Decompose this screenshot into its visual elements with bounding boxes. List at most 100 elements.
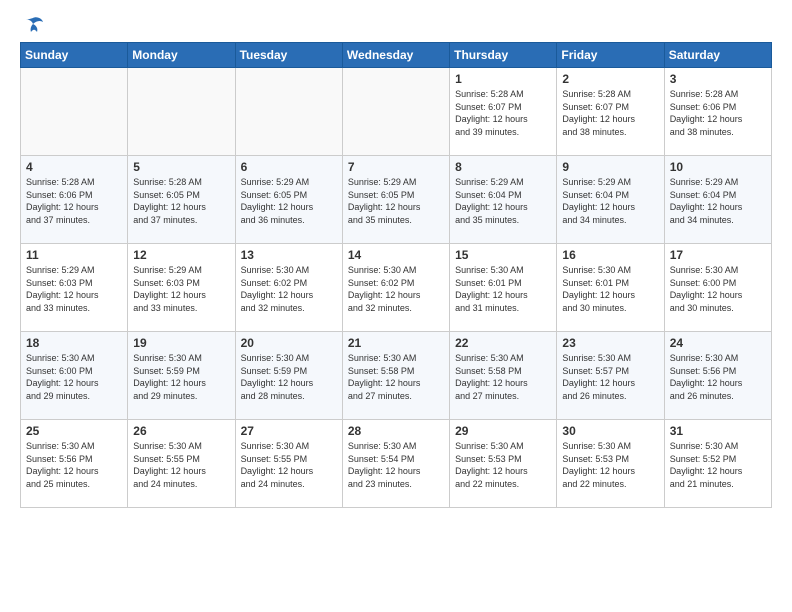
day-number: 18 <box>26 336 122 350</box>
day-info: Sunrise: 5:29 AM Sunset: 6:04 PM Dayligh… <box>670 176 766 226</box>
day-number: 28 <box>348 424 444 438</box>
logo-bird-icon <box>22 16 44 34</box>
day-number: 17 <box>670 248 766 262</box>
calendar-header-row: SundayMondayTuesdayWednesdayThursdayFrid… <box>21 43 772 68</box>
day-number: 27 <box>241 424 337 438</box>
calendar-cell: 30 Sunrise: 5:30 AM Sunset: 5:53 PM Dayli… <box>557 420 664 508</box>
calendar-week-row: 25Sunrise: 5:30 AM Sunset: 5:56 PM Dayli… <box>21 420 772 508</box>
calendar-cell: 13 Sunrise: 5:30 AM Sunset: 6:02 PM Dayli… <box>235 244 342 332</box>
day-info: Sunrise: 5:30 AM Sunset: 6:00 PM Dayligh… <box>26 352 122 402</box>
calendar-cell: 24Sunrise: 5:30 AM Sunset: 5:56 PM Dayli… <box>664 332 771 420</box>
day-info: Sunrise: 5:30 AM Sunset: 6:00 PM Dayligh… <box>670 264 766 314</box>
day-number: 4 <box>26 160 122 174</box>
calendar-cell: 3Sunrise: 5:28 AM Sunset: 6:06 PM Daylig… <box>664 68 771 156</box>
calendar-cell: 26 Sunrise: 5:30 AM Sunset: 5:55 PM Dayli… <box>128 420 235 508</box>
calendar-cell: 27 Sunrise: 5:30 AM Sunset: 5:55 PM Dayli… <box>235 420 342 508</box>
calendar-cell: 10 Sunrise: 5:29 AM Sunset: 6:04 PM Dayli… <box>664 156 771 244</box>
day-number: 10 <box>670 160 766 174</box>
day-number: 24 <box>670 336 766 350</box>
page-header <box>20 16 772 34</box>
day-number: 11 <box>26 248 122 262</box>
day-number: 13 <box>241 248 337 262</box>
day-info: Sunrise: 5:30 AM Sunset: 6:02 PM Dayligh… <box>348 264 444 314</box>
weekday-header: Tuesday <box>235 43 342 68</box>
calendar-week-row: 4 Sunrise: 5:28 AM Sunset: 6:06 PM Daylig… <box>21 156 772 244</box>
day-info: Sunrise: 5:29 AM Sunset: 6:03 PM Dayligh… <box>26 264 122 314</box>
day-number: 23 <box>562 336 658 350</box>
calendar-cell: 20 Sunrise: 5:30 AM Sunset: 5:59 PM Dayli… <box>235 332 342 420</box>
day-info: Sunrise: 5:30 AM Sunset: 5:54 PM Dayligh… <box>348 440 444 490</box>
weekday-header: Wednesday <box>342 43 449 68</box>
calendar-cell: 11 Sunrise: 5:29 AM Sunset: 6:03 PM Dayli… <box>21 244 128 332</box>
calendar-cell: 16 Sunrise: 5:30 AM Sunset: 6:01 PM Dayli… <box>557 244 664 332</box>
day-number: 5 <box>133 160 229 174</box>
day-number: 16 <box>562 248 658 262</box>
calendar-cell: 23 Sunrise: 5:30 AM Sunset: 5:57 PM Dayli… <box>557 332 664 420</box>
calendar-week-row: 1 Sunrise: 5:28 AM Sunset: 6:07 PM Daylig… <box>21 68 772 156</box>
day-info: Sunrise: 5:28 AM Sunset: 6:05 PM Dayligh… <box>133 176 229 226</box>
weekday-header: Sunday <box>21 43 128 68</box>
calendar-cell: 12 Sunrise: 5:29 AM Sunset: 6:03 PM Dayli… <box>128 244 235 332</box>
day-info: Sunrise: 5:29 AM Sunset: 6:03 PM Dayligh… <box>133 264 229 314</box>
day-info: Sunrise: 5:30 AM Sunset: 6:01 PM Dayligh… <box>562 264 658 314</box>
weekday-header: Monday <box>128 43 235 68</box>
day-number: 30 <box>562 424 658 438</box>
day-number: 20 <box>241 336 337 350</box>
calendar-table: SundayMondayTuesdayWednesdayThursdayFrid… <box>20 42 772 508</box>
calendar-cell: 7 Sunrise: 5:29 AM Sunset: 6:05 PM Daylig… <box>342 156 449 244</box>
calendar-cell: 25Sunrise: 5:30 AM Sunset: 5:56 PM Dayli… <box>21 420 128 508</box>
day-info: Sunrise: 5:30 AM Sunset: 5:58 PM Dayligh… <box>455 352 551 402</box>
day-info: Sunrise: 5:30 AM Sunset: 5:57 PM Dayligh… <box>562 352 658 402</box>
day-info: Sunrise: 5:29 AM Sunset: 6:05 PM Dayligh… <box>348 176 444 226</box>
weekday-header: Thursday <box>450 43 557 68</box>
day-info: Sunrise: 5:30 AM Sunset: 5:55 PM Dayligh… <box>133 440 229 490</box>
day-number: 14 <box>348 248 444 262</box>
day-info: Sunrise: 5:30 AM Sunset: 6:02 PM Dayligh… <box>241 264 337 314</box>
day-info: Sunrise: 5:28 AM Sunset: 6:06 PM Dayligh… <box>26 176 122 226</box>
calendar-cell: 4 Sunrise: 5:28 AM Sunset: 6:06 PM Daylig… <box>21 156 128 244</box>
day-number: 2 <box>562 72 658 86</box>
day-number: 6 <box>241 160 337 174</box>
day-number: 31 <box>670 424 766 438</box>
calendar-cell: 9 Sunrise: 5:29 AM Sunset: 6:04 PM Daylig… <box>557 156 664 244</box>
day-info: Sunrise: 5:30 AM Sunset: 5:55 PM Dayligh… <box>241 440 337 490</box>
day-number: 15 <box>455 248 551 262</box>
day-number: 25 <box>26 424 122 438</box>
day-number: 22 <box>455 336 551 350</box>
day-number: 19 <box>133 336 229 350</box>
calendar-cell: 29 Sunrise: 5:30 AM Sunset: 5:53 PM Dayli… <box>450 420 557 508</box>
day-info: Sunrise: 5:30 AM Sunset: 5:53 PM Dayligh… <box>562 440 658 490</box>
logo <box>20 16 44 34</box>
day-number: 3 <box>670 72 766 86</box>
day-number: 8 <box>455 160 551 174</box>
day-number: 9 <box>562 160 658 174</box>
day-info: Sunrise: 5:28 AM Sunset: 6:07 PM Dayligh… <box>455 88 551 138</box>
calendar-cell: 8Sunrise: 5:29 AM Sunset: 6:04 PM Daylig… <box>450 156 557 244</box>
calendar-cell: 2 Sunrise: 5:28 AM Sunset: 6:07 PM Daylig… <box>557 68 664 156</box>
calendar-cell: 1 Sunrise: 5:28 AM Sunset: 6:07 PM Daylig… <box>450 68 557 156</box>
calendar-cell: 21Sunrise: 5:30 AM Sunset: 5:58 PM Dayli… <box>342 332 449 420</box>
day-number: 29 <box>455 424 551 438</box>
calendar-cell: 18 Sunrise: 5:30 AM Sunset: 6:00 PM Dayli… <box>21 332 128 420</box>
day-number: 7 <box>348 160 444 174</box>
day-info: Sunrise: 5:30 AM Sunset: 5:58 PM Dayligh… <box>348 352 444 402</box>
calendar-cell <box>21 68 128 156</box>
calendar-cell: 28 Sunrise: 5:30 AM Sunset: 5:54 PM Dayli… <box>342 420 449 508</box>
weekday-header: Friday <box>557 43 664 68</box>
day-number: 12 <box>133 248 229 262</box>
day-info: Sunrise: 5:29 AM Sunset: 6:04 PM Dayligh… <box>562 176 658 226</box>
calendar-week-row: 11 Sunrise: 5:29 AM Sunset: 6:03 PM Dayli… <box>21 244 772 332</box>
day-info: Sunrise: 5:30 AM Sunset: 5:59 PM Dayligh… <box>241 352 337 402</box>
calendar-cell: 5 Sunrise: 5:28 AM Sunset: 6:05 PM Daylig… <box>128 156 235 244</box>
calendar-cell: 17 Sunrise: 5:30 AM Sunset: 6:00 PM Dayli… <box>664 244 771 332</box>
calendar-cell <box>128 68 235 156</box>
day-info: Sunrise: 5:30 AM Sunset: 5:53 PM Dayligh… <box>455 440 551 490</box>
day-number: 26 <box>133 424 229 438</box>
calendar-cell: 15 Sunrise: 5:30 AM Sunset: 6:01 PM Dayli… <box>450 244 557 332</box>
calendar-cell <box>342 68 449 156</box>
day-info: Sunrise: 5:30 AM Sunset: 5:59 PM Dayligh… <box>133 352 229 402</box>
day-info: Sunrise: 5:30 AM Sunset: 6:01 PM Dayligh… <box>455 264 551 314</box>
day-info: Sunrise: 5:28 AM Sunset: 6:07 PM Dayligh… <box>562 88 658 138</box>
day-number: 1 <box>455 72 551 86</box>
calendar-week-row: 18 Sunrise: 5:30 AM Sunset: 6:00 PM Dayli… <box>21 332 772 420</box>
